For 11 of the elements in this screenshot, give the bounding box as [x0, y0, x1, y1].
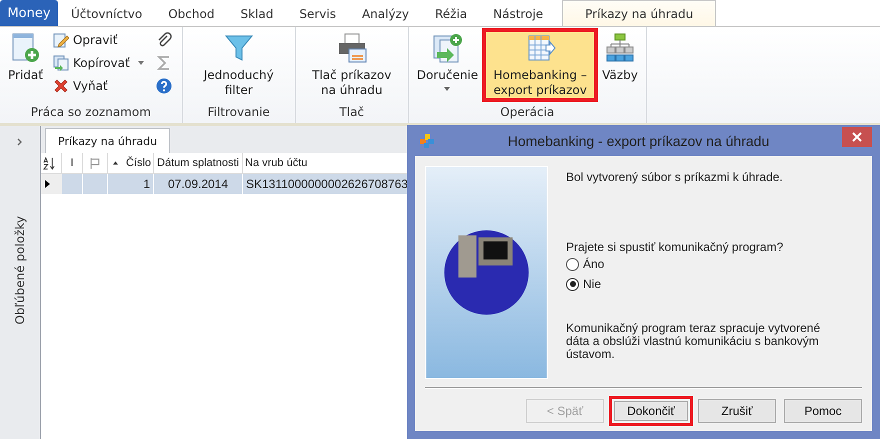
info-text: Komunikačný program teraz spracuje vytvorené dáta a obslúži vlastnú komunikáciu s bankovým ústavom.	[566, 322, 822, 361]
dialog-message: Bol vytvorený súbor s príkazmi k úhrade.	[566, 170, 784, 184]
table-cell: SK1311000000002626708763	[246, 177, 408, 191]
group-label: Práca so zoznamom	[30, 105, 152, 121]
table-cell: 1	[143, 177, 150, 191]
question-text: Prajete si spustiť komunikačný program?	[566, 240, 784, 254]
dialog-title: Homebanking - export príkazov na úhradu	[506, 132, 770, 148]
group-label: Operácia	[499, 105, 556, 121]
group-label: Filtrovanie	[206, 105, 271, 121]
group-label: Tlač	[338, 105, 366, 121]
table-cell: 07.09.2014	[168, 177, 228, 191]
